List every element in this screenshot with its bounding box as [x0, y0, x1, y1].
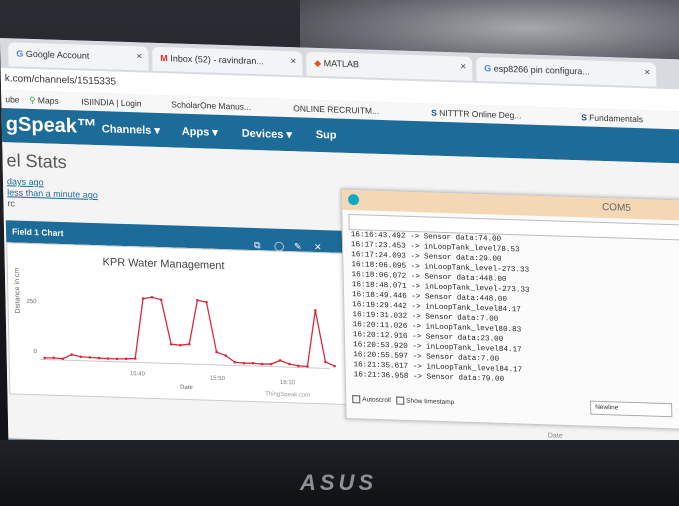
close-icon[interactable]: × [644, 67, 650, 78]
serial-monitor-title: COM5 [601, 201, 632, 214]
arduino-logo-icon [347, 193, 360, 206]
thingspeak-brand[interactable]: gSpeak™ [6, 113, 98, 139]
bookmark-maps[interactable]: ⚲ Maps [29, 95, 59, 107]
nav-apps[interactable]: Apps ▾ [182, 125, 218, 139]
chart-point[interactable] [260, 362, 264, 366]
tab-google-account[interactable]: G Google Account × [8, 42, 149, 71]
google-icon: G [16, 48, 26, 59]
chart-point[interactable] [196, 298, 199, 302]
chart-point[interactable] [159, 298, 163, 302]
y-tick-label: 0 [33, 349, 37, 356]
chart-point[interactable] [205, 300, 208, 304]
laptop-screen: G Google Account × M Inbox (52) - ravind… [0, 38, 679, 480]
google-icon: G [484, 63, 494, 74]
chart-y-axis-label: Distance in cm [13, 267, 22, 314]
close-icon[interactable]: × [136, 51, 142, 62]
chart-series-line [44, 296, 335, 368]
updated-value: less than a minute ago [7, 187, 98, 201]
chart-point[interactable] [97, 356, 101, 360]
nav-devices[interactable]: Devices ▾ [242, 127, 292, 142]
nav-channels[interactable]: Channels ▾ [102, 122, 160, 137]
line-ending-select[interactable]: Newline [590, 400, 673, 418]
x-tick-label: 15:40 [129, 371, 146, 378]
bookmark-online-recruitment[interactable]: ONLINE RECRUITM... [293, 103, 379, 116]
chart-x-axis-label: Date [180, 384, 193, 392]
serial-monitor-footer: Autoscroll Show timestamp Newline [352, 395, 673, 418]
x-tick-label: 16:10 [279, 379, 296, 387]
chart-point[interactable] [88, 356, 92, 359]
laptop-bezel: ASUS [0, 440, 679, 506]
bookmark-scholarone[interactable]: ScholarOne Manus... [171, 99, 251, 112]
tab-esp8266[interactable]: G esp8266 pin configura... × [475, 56, 657, 87]
chart-point[interactable] [106, 357, 110, 360]
chart-point[interactable] [287, 362, 291, 366]
chart-point[interactable] [115, 357, 119, 361]
chart-point[interactable] [133, 357, 137, 360]
tab-matlab[interactable]: ◆ MATLAB × [306, 51, 473, 81]
chart-point[interactable] [251, 361, 255, 365]
chart-point[interactable] [150, 295, 154, 299]
bookmark-fundamentals[interactable]: S Fundamentals [581, 112, 643, 124]
chart-point[interactable] [297, 364, 300, 368]
asus-logo: ASUS [300, 470, 378, 495]
nitttr-logo-icon: S [431, 107, 440, 118]
chart-point[interactable] [242, 361, 246, 365]
bookmark-nitttr[interactable]: S NITTTR Online Deg... [431, 108, 521, 121]
chart-point[interactable] [324, 360, 327, 364]
chart-point[interactable] [233, 360, 237, 364]
chart-point[interactable] [333, 364, 336, 368]
bookmark-youtube[interactable]: ube [5, 94, 19, 104]
chart-baseline [39, 358, 330, 369]
serial-monitor-window: COM5 16:16:43.492 -> Sensor data:74.00 16… [340, 188, 679, 430]
chart-point[interactable] [224, 354, 228, 357]
x-tick-label: 15:50 [209, 375, 226, 383]
entries-value: rc [7, 198, 16, 209]
field-1-chart: KPR Water Management Distance in cm 250 … [6, 242, 352, 406]
chart-point[interactable] [215, 350, 218, 354]
laptop-photo: G Google Account × M Inbox (52) - ravind… [0, 0, 679, 506]
y-tick-label: 250 [26, 298, 37, 306]
nav-support[interactable]: Sup [316, 129, 337, 142]
chart-point[interactable] [187, 342, 191, 346]
fundamentals-logo-icon: S [581, 112, 590, 123]
bookmark-isiindia[interactable]: ISIINDIA | Login [81, 97, 142, 109]
chart-point[interactable] [43, 356, 46, 360]
chart-point[interactable] [141, 297, 145, 300]
chart-point[interactable] [52, 356, 56, 360]
created-value: days ago [6, 176, 44, 188]
serial-output-log: 16:16:43.492 -> Sensor data:74.00 16:17:2… [351, 230, 679, 391]
chart-source-label[interactable]: ThingSpeak.com [265, 391, 310, 398]
autoscroll-checkbox[interactable] [352, 395, 361, 404]
chart-point[interactable] [169, 342, 173, 346]
maps-pin-icon: ⚲ [29, 94, 38, 106]
tab-inbox[interactable]: M Inbox (52) - ravindran... × [152, 46, 303, 76]
chart-point[interactable] [178, 343, 182, 347]
close-icon[interactable]: × [290, 56, 296, 67]
chart-point[interactable] [79, 355, 83, 359]
page-title: el Stats [6, 150, 67, 173]
chart-point[interactable] [314, 309, 317, 312]
gmail-icon: M [160, 53, 171, 64]
chart-point[interactable] [124, 357, 128, 361]
chart-title: KPR Water Management [102, 256, 225, 273]
chart-plot-area [39, 295, 336, 369]
close-icon[interactable]: × [460, 61, 466, 72]
timestamp-checkbox[interactable] [396, 396, 405, 405]
